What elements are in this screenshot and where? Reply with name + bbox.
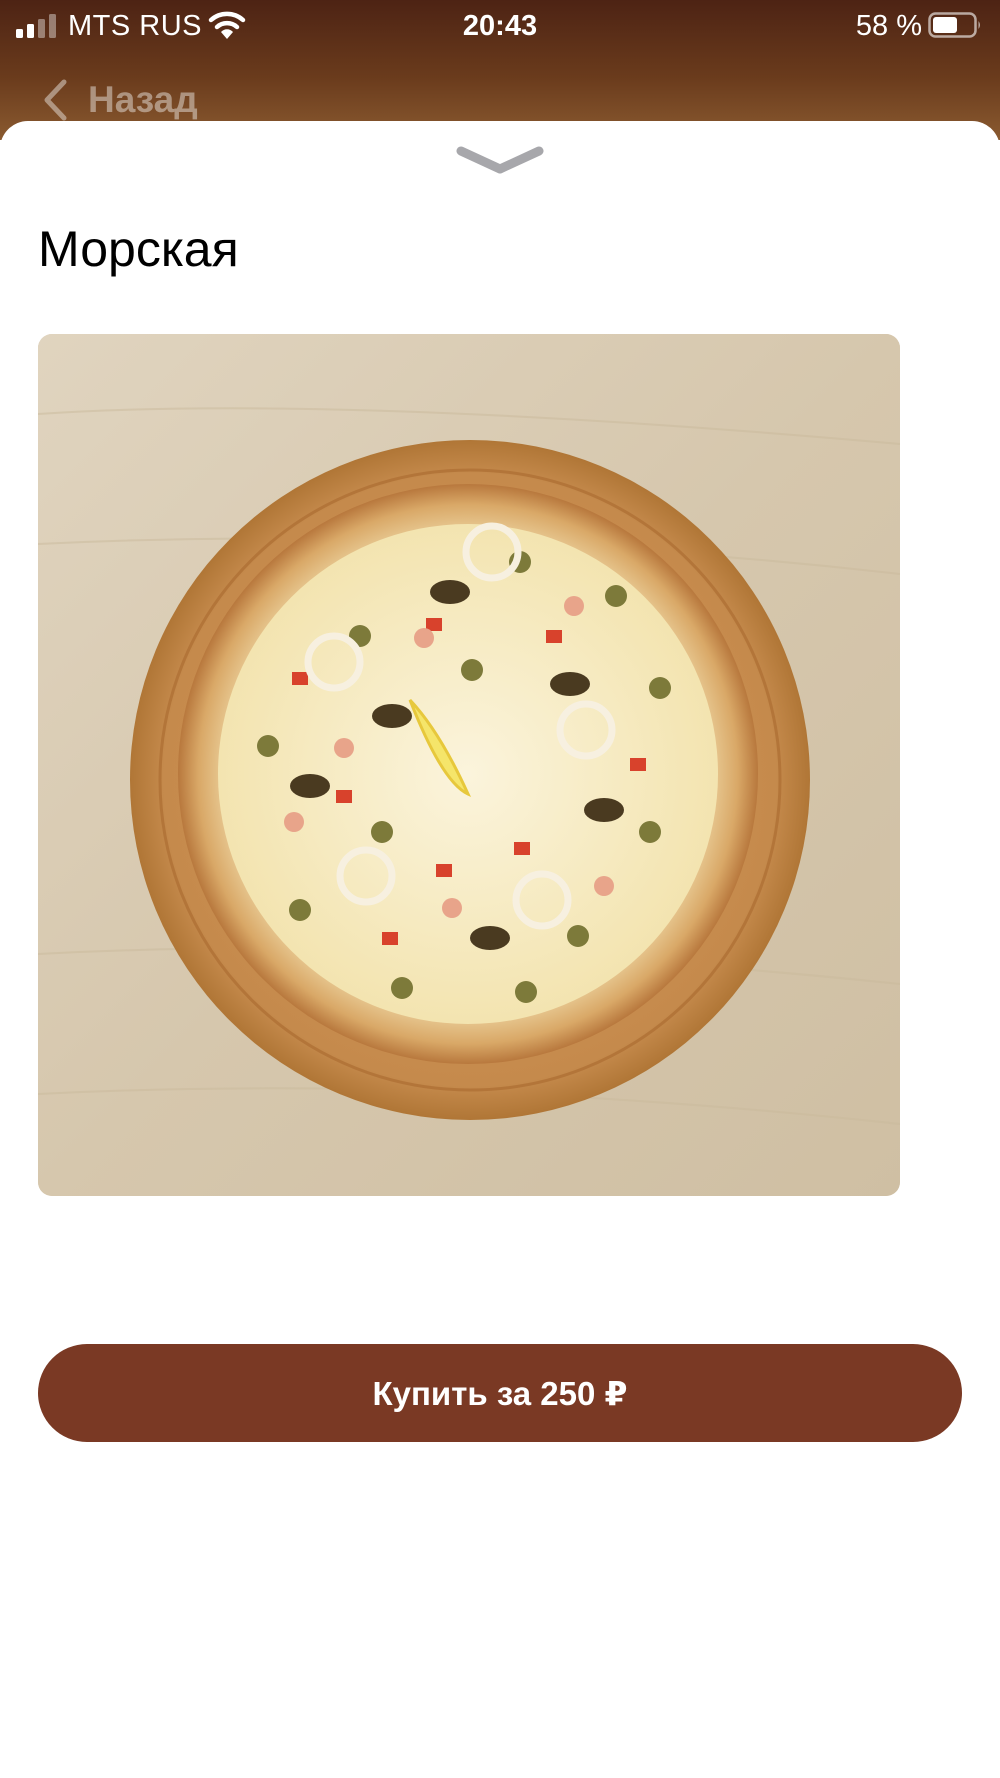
product-sheet: Морская Купить за 250 ₽ — [0, 121, 1000, 1778]
back-label: Назад — [88, 79, 198, 120]
battery-percent: 58 % — [855, 10, 922, 42]
chevron-left-icon — [44, 79, 67, 121]
pizza-illustration — [38, 334, 900, 1196]
product-image — [38, 334, 900, 1196]
battery-icon — [928, 12, 980, 38]
status-time: 20:43 — [462, 10, 538, 42]
chevron-down-icon[interactable] — [455, 143, 545, 177]
buy-button[interactable]: Купить за 250 ₽ — [38, 1344, 962, 1442]
back-button[interactable]: Назад — [42, 76, 198, 124]
product-title: Морская — [38, 221, 239, 277]
status-bar: MTS RUS 20:43 58 % — [0, 0, 1000, 52]
